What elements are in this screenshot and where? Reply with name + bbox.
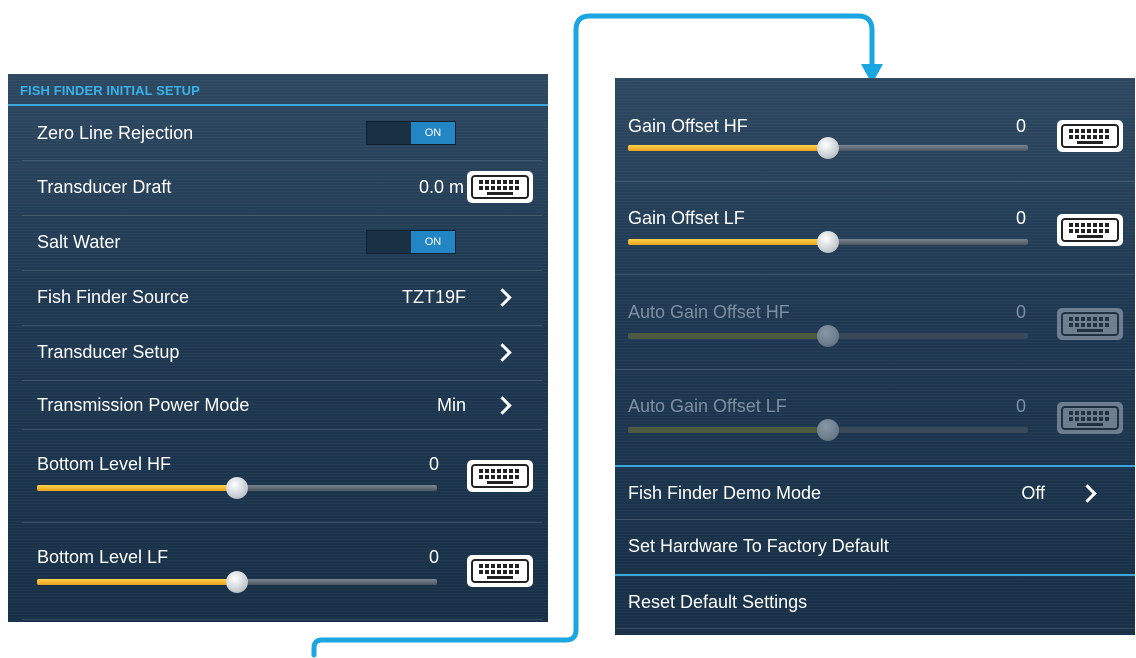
slider-fill (628, 239, 828, 245)
row-label: Fish Finder Demo Mode (628, 483, 822, 503)
transmission-power-mode-value: Min (436, 395, 466, 415)
fish-finder-initial-setup-panel: FISH FINDER INITIAL SETUP Zero Line Reje… (8, 74, 548, 622)
row-label: Fish Finder Source (37, 287, 190, 307)
row-label: Salt Water (37, 232, 121, 252)
bottom-level-hf-value: 0 (428, 454, 439, 474)
transducer-draft-value: 0.0 m (418, 177, 464, 197)
bottom-level-hf-slider[interactable] (37, 477, 437, 499)
slider-fill (37, 579, 237, 585)
gain-offset-lf-row: Gain Offset LF 0 (615, 182, 1135, 275)
row-label: Reset Default Settings (628, 592, 808, 612)
zero-line-rejection-toggle[interactable]: ON (366, 121, 456, 145)
transmission-power-mode-row[interactable]: Transmission Power Mode Min (22, 381, 542, 430)
gain-offset-hf-slider[interactable] (628, 137, 1028, 159)
bottom-level-hf-row: Bottom Level HF 0 (22, 430, 542, 523)
chevron-right-icon[interactable] (1078, 484, 1097, 503)
chevron-right-icon[interactable] (493, 343, 512, 362)
bottom-level-lf-row: Bottom Level LF 0 (22, 523, 542, 620)
salt-water-toggle[interactable]: ON (366, 230, 456, 254)
panel-header: FISH FINDER INITIAL SETUP (8, 74, 548, 106)
auto-gain-offset-hf-slider (628, 325, 1028, 347)
slider-thumb[interactable] (226, 571, 248, 593)
gain-offset-hf-row: Gain Offset HF 0 (615, 78, 1135, 182)
row-label: Transmission Power Mode (37, 395, 250, 415)
slider-thumb[interactable] (817, 137, 839, 159)
gain-offset-lf-slider[interactable] (628, 231, 1028, 253)
auto-gain-offset-lf-slider (628, 419, 1028, 441)
toggle-on-indicator: ON (411, 122, 455, 144)
row-label: Auto Gain Offset HF (628, 302, 790, 322)
slider-thumb (817, 419, 839, 441)
auto-gain-offset-hf-row: Auto Gain Offset HF 0 (615, 275, 1135, 370)
bottom-level-lf-slider[interactable] (37, 571, 437, 593)
row-label: Auto Gain Offset LF (628, 396, 787, 416)
row-label: Set Hardware To Factory Default (628, 536, 889, 556)
salt-water-row[interactable]: Salt Water ON (22, 216, 542, 271)
transducer-draft-row[interactable]: Transducer Draft 0.0 m (22, 161, 542, 216)
slider-fill (628, 333, 828, 339)
keyboard-icon[interactable] (467, 555, 533, 587)
reset-default-settings-row[interactable]: Reset Default Settings (615, 576, 1135, 629)
row-label: Gain Offset LF (628, 208, 745, 228)
auto-gain-offset-lf-value: 0 (1015, 396, 1026, 416)
auto-gain-offset-hf-value: 0 (1015, 302, 1026, 322)
keyboard-icon[interactable] (467, 171, 533, 203)
row-label: Transducer Setup (37, 342, 180, 362)
chevron-right-icon[interactable] (493, 396, 512, 415)
gain-offset-hf-value: 0 (1015, 116, 1026, 136)
keyboard-icon (1057, 402, 1123, 434)
panel-title: FISH FINDER INITIAL SETUP (20, 83, 200, 98)
gain-offset-lf-value: 0 (1015, 208, 1026, 228)
fish-finder-demo-mode-row[interactable]: Fish Finder Demo Mode Off (615, 467, 1135, 520)
row-label: Bottom Level HF (37, 454, 172, 474)
slider-thumb (817, 325, 839, 347)
fish-finder-source-row[interactable]: Fish Finder Source TZT19F (22, 271, 542, 326)
transducer-setup-row[interactable]: Transducer Setup (22, 326, 542, 381)
slider-thumb[interactable] (226, 477, 248, 499)
row-label: Bottom Level LF (37, 547, 169, 567)
keyboard-icon[interactable] (467, 460, 533, 492)
slider-fill (628, 427, 828, 433)
keyboard-icon (1057, 308, 1123, 340)
fish-finder-setup-continued-panel: Gain Offset HF 0 Gain Offset LF 0 Auto G… (615, 78, 1135, 635)
row-label: Gain Offset HF (628, 116, 748, 136)
keyboard-icon[interactable] (1057, 214, 1123, 246)
row-label: Transducer Draft (37, 177, 172, 197)
toggle-on-indicator: ON (411, 231, 455, 253)
fish-finder-demo-mode-value: Off (1021, 483, 1045, 503)
row-label: Zero Line Rejection (37, 123, 194, 143)
set-hardware-to-factory-default-row[interactable]: Set Hardware To Factory Default (615, 520, 1135, 576)
chevron-right-icon[interactable] (493, 288, 512, 307)
zero-line-rejection-row[interactable]: Zero Line Rejection ON (22, 106, 542, 161)
fish-finder-source-value: TZT19F (401, 287, 466, 307)
slider-fill (37, 485, 237, 491)
slider-fill (628, 145, 828, 151)
bottom-level-lf-value: 0 (428, 547, 439, 567)
slider-thumb[interactable] (817, 231, 839, 253)
auto-gain-offset-lf-row: Auto Gain Offset LF 0 (615, 370, 1135, 467)
keyboard-icon[interactable] (1057, 120, 1123, 152)
